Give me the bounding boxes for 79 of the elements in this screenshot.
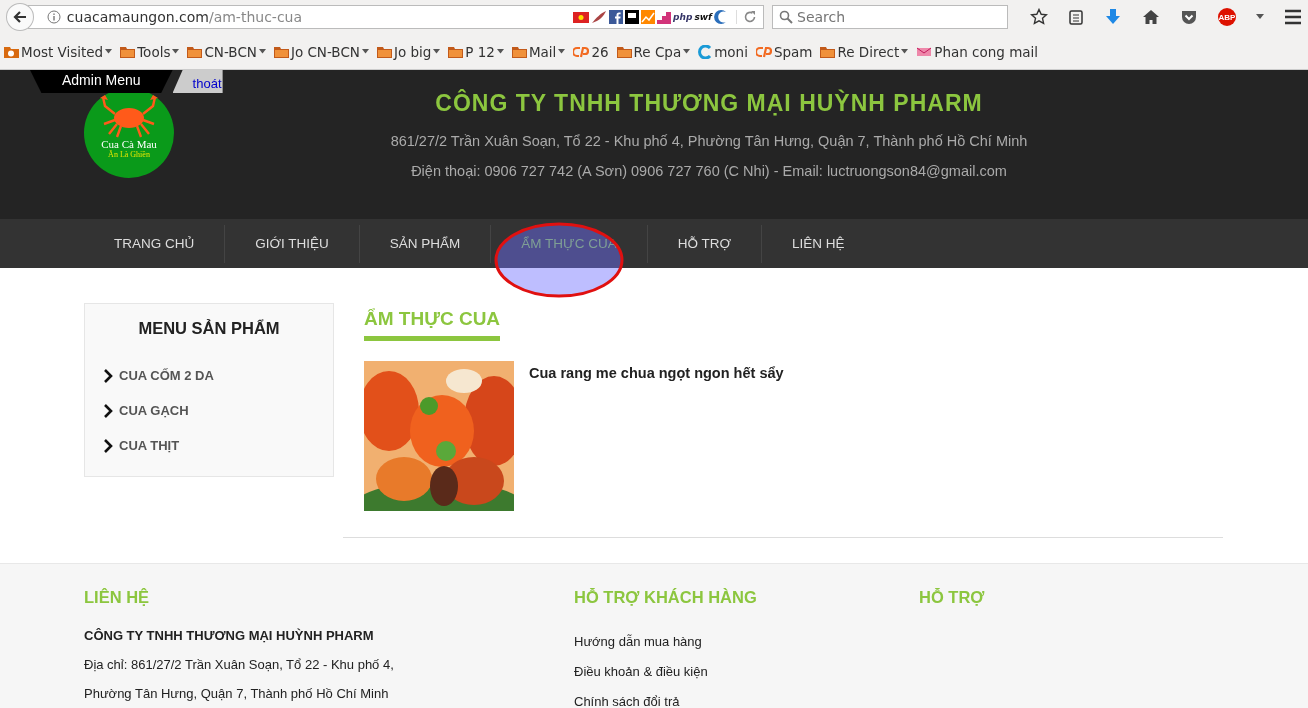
facebook-icon[interactable]: [609, 10, 624, 24]
address-bar[interactable]: cuacamaungon.com/am-thuc-cua php swf: [27, 5, 764, 29]
footer-heading: HỖ TRỢ: [919, 588, 985, 607]
post-title[interactable]: Cua rang me chua ngọt ngon hết sẩy: [529, 365, 784, 511]
folder-icon: [273, 45, 289, 58]
moon-icon[interactable]: [714, 10, 728, 24]
stairs-icon[interactable]: [657, 10, 672, 24]
bookmark-item[interactable]: Most Visited: [4, 43, 113, 60]
php-icon[interactable]: php: [673, 12, 693, 22]
logo-name: Cua Cà Mau: [101, 138, 157, 150]
menu-icon[interactable]: [1284, 9, 1302, 25]
logout-link[interactable]: thoát: [172, 70, 223, 93]
company-address: 861/27/2 Trần Xuân Soạn, Tổ 22 - Khu phố 4, Phường Tân Hưng, Quận 7, Thành phố Hồ Chí Minh: [389, 133, 1029, 149]
admin-menu-tab[interactable]: Admin Menu: [30, 70, 173, 93]
cpanel-icon: [573, 45, 590, 58]
chevron-icon: [103, 403, 113, 418]
bookmark-item[interactable]: Mail: [511, 43, 566, 60]
cpanel-icon: [755, 45, 772, 58]
home-icon[interactable]: [1142, 8, 1160, 26]
sidebar-item[interactable]: CUA CỐM 2 DA: [103, 358, 315, 393]
url-text: cuacamaungon.com/am-thuc-cua: [66, 9, 303, 25]
feather-icon[interactable]: [591, 10, 608, 24]
folder-icon: [820, 45, 836, 58]
bookmark-item[interactable]: Jo big: [376, 43, 441, 60]
footer-link[interactable]: Chính sách đổi trả: [574, 689, 919, 708]
folder-icon: [120, 45, 136, 58]
bookmark-item[interactable]: CN-BCN: [187, 43, 266, 60]
nav-link[interactable]: TRANG CHỦ: [84, 219, 225, 268]
bookmark-item[interactable]: Tools: [120, 43, 180, 60]
footer-text: Địa chỉ: 861/27/2 Trần Xuân Soạn, Tổ 22 - Khu phố 4,: [84, 656, 395, 674]
back-arrow-icon: [11, 9, 28, 25]
sidebar-item[interactable]: CUA THỊT: [103, 428, 315, 463]
nav-link[interactable]: HỖ TRỢ: [647, 219, 761, 268]
reading-list-icon[interactable]: [1068, 9, 1084, 25]
flag-icon[interactable]: [625, 10, 640, 24]
reload-icon[interactable]: [743, 10, 757, 24]
footer-heading: HỖ TRỢ KHÁCH HÀNG: [574, 588, 758, 607]
bookmark-item[interactable]: Spam: [755, 43, 813, 60]
folder-icon: [376, 45, 392, 58]
folder-icon: [616, 45, 632, 58]
footer-heading: LIÊN HỆ: [84, 588, 151, 607]
search-field[interactable]: Search: [772, 5, 1008, 29]
pocket-icon[interactable]: [1180, 8, 1198, 26]
crab-icon: [99, 94, 159, 138]
bookmark-item[interactable]: Phan cong mail: [916, 43, 1039, 60]
back-button[interactable]: [6, 3, 34, 31]
caret-icon[interactable]: [1256, 14, 1264, 20]
bookmark-item[interactable]: 26: [573, 43, 609, 60]
nav-link[interactable]: GIỚI THIỆU: [225, 219, 359, 268]
section-title: ẨM THỰC CUA: [364, 308, 501, 341]
adblock-icon[interactable]: ABP: [1218, 8, 1236, 26]
bookmark-item[interactable]: Jo CN-BCN: [273, 43, 369, 60]
footer-text: Phường Tân Hưng, Quận 7, Thành phố Hồ Chí Minh: [84, 685, 390, 703]
footer-link[interactable]: Điều khoản & điều kiện: [574, 659, 919, 685]
company-contact: Điện thoại: 0906 727 742 (A Sơn) 0906 727 760 (C Nhi) - Email: luctruongson84@gmail.com: [410, 163, 1008, 179]
info-icon: [46, 10, 61, 24]
chevron-icon: [103, 368, 113, 383]
c-logo-icon: [698, 44, 713, 59]
bookmark-item[interactable]: moni: [698, 43, 748, 60]
sidebar-title: MENU SẢN PHẨM: [137, 319, 281, 338]
logo-slogan: Ăn Là Ghiền: [108, 150, 150, 159]
nav-link[interactable]: LIÊN HỆ: [762, 219, 875, 268]
download-icon[interactable]: [1104, 8, 1122, 26]
chevron-icon: [103, 438, 113, 453]
star-icon[interactable]: [1030, 8, 1048, 26]
folder-icon: [4, 45, 19, 58]
sidebar-item[interactable]: CUA GẠCH: [103, 393, 315, 428]
bookmark-item[interactable]: Re Direct: [820, 43, 909, 60]
folder-icon: [448, 45, 464, 58]
bookmark-item[interactable]: P 12: [448, 43, 504, 60]
folder-icon: [187, 45, 203, 58]
nav-link[interactable]: SẢN PHẨM: [359, 219, 491, 268]
swf-icon[interactable]: swf: [694, 12, 712, 22]
bookmark-item[interactable]: Re Cpa: [616, 43, 691, 60]
footer-text: CÔNG TY TNHH THƯƠNG MẠI HUỲNH PHARM: [84, 627, 375, 645]
folder-icon: [511, 45, 527, 58]
footer-link[interactable]: Hướng dẫn mua hàng: [574, 629, 919, 655]
mail-icon: [916, 45, 933, 58]
company-name: CÔNG TY TNHH THƯƠNG MẠI HUỲNH PHARM: [434, 90, 984, 117]
